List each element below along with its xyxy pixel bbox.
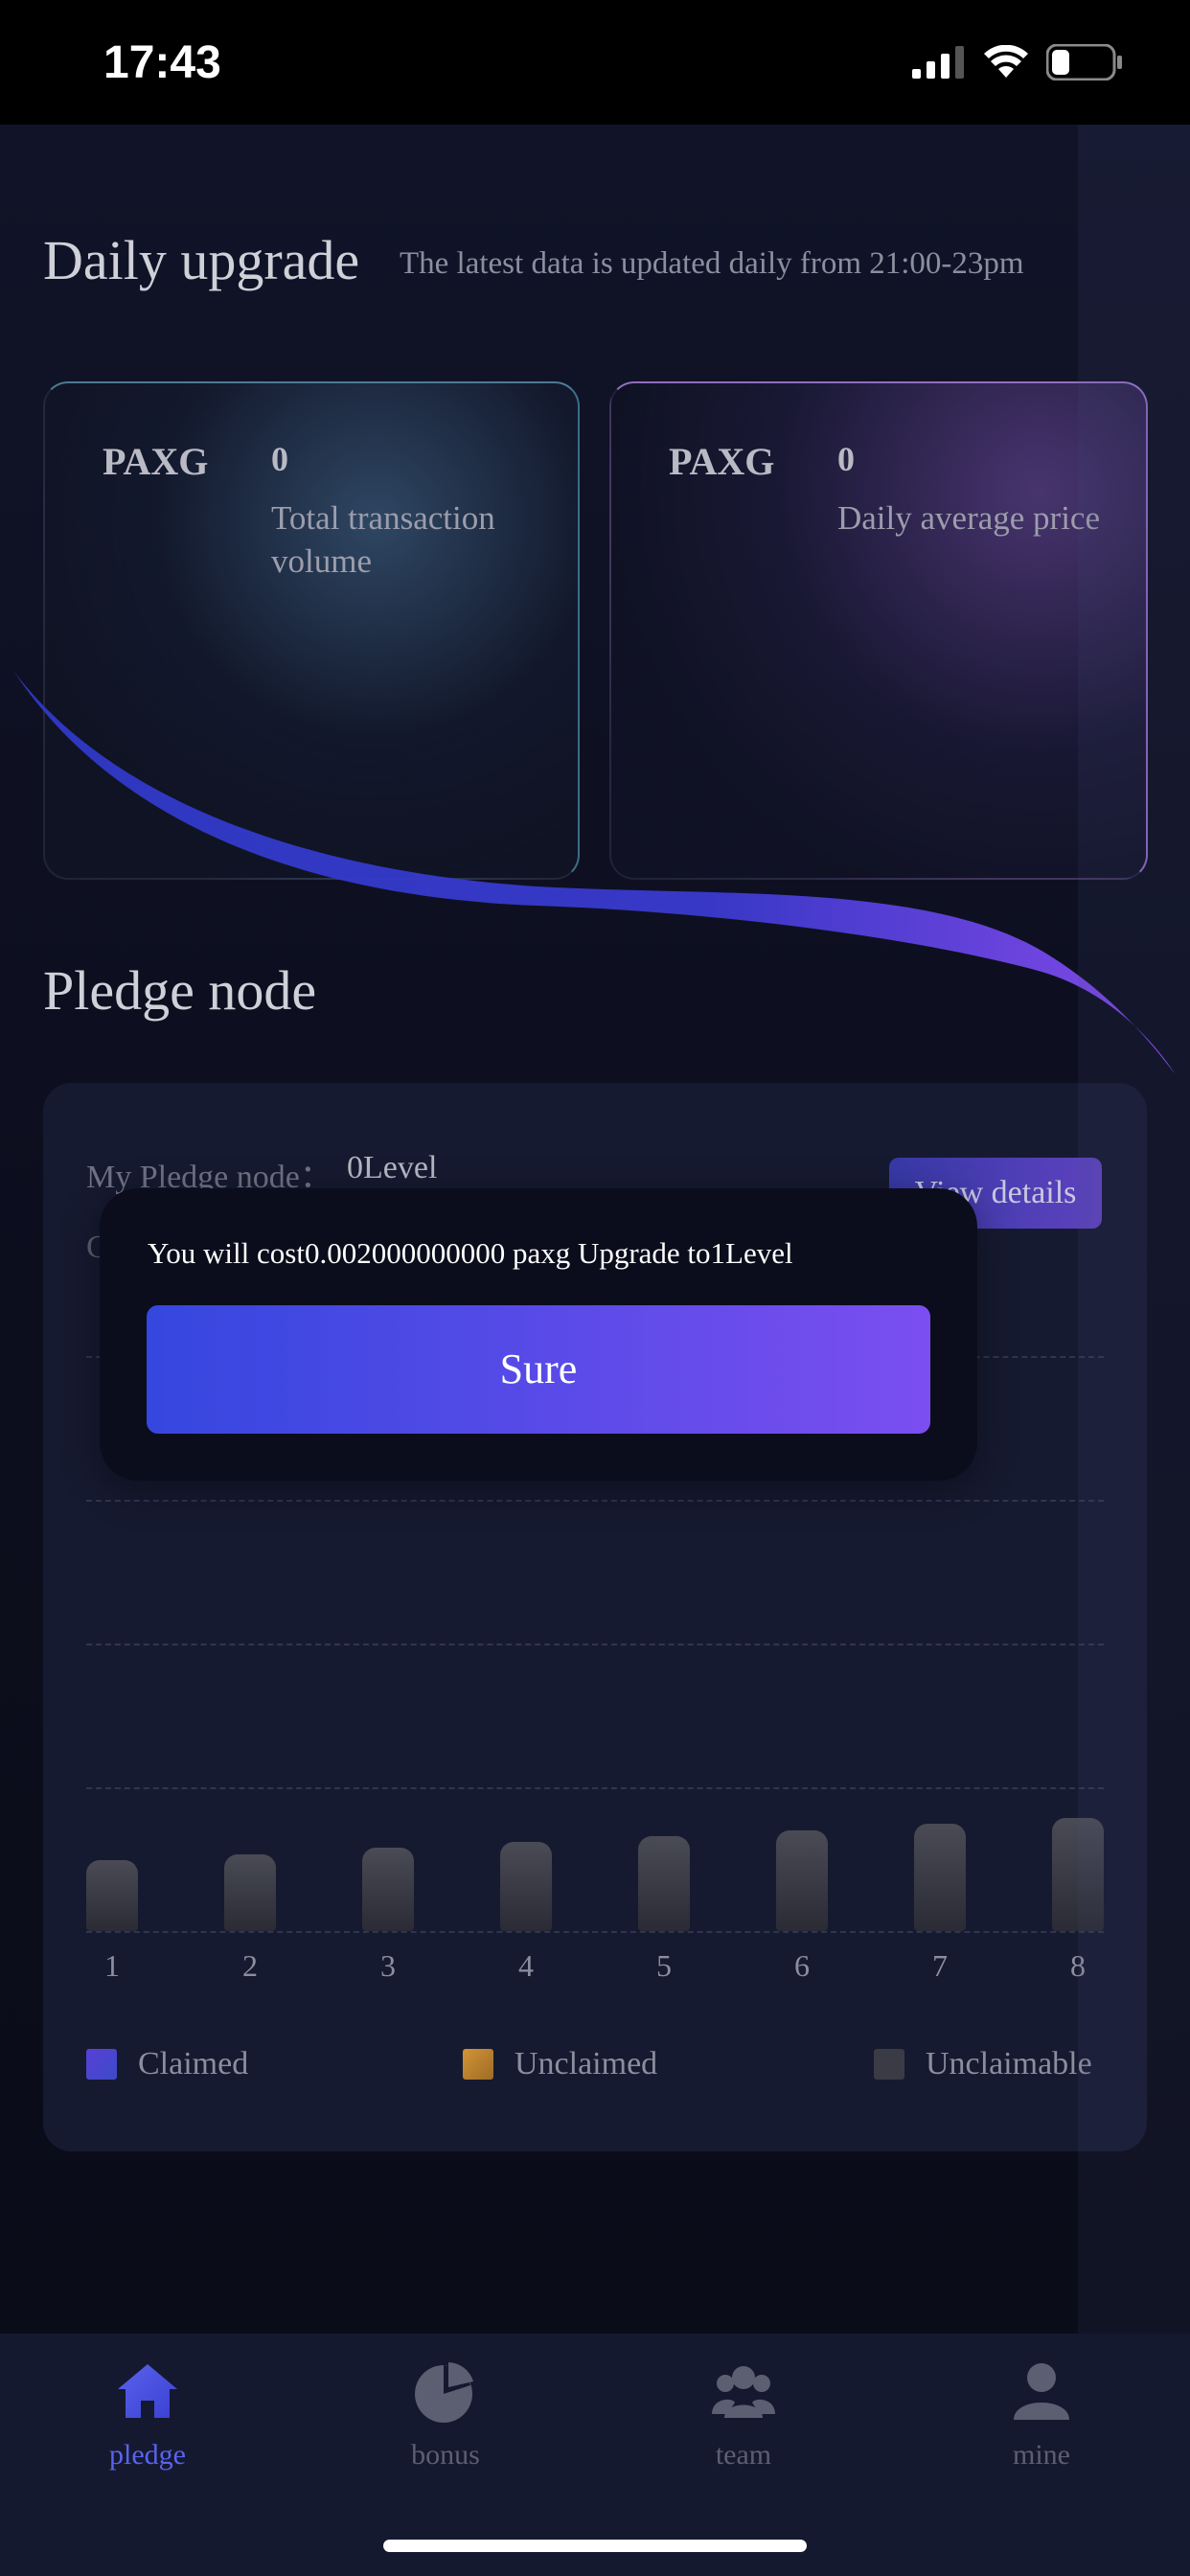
- chart-bar: [500, 1842, 552, 1931]
- legend-item-claimed: Claimed: [86, 2046, 248, 2082]
- my-pledge-node-level: 0Level: [347, 1150, 438, 1185]
- card-asset: PAXG: [669, 440, 775, 483]
- legend-swatch: [463, 2049, 493, 2080]
- wifi-icon: [984, 45, 1028, 78]
- chart-bar: [776, 1829, 828, 1931]
- chart-bar: [224, 1853, 276, 1931]
- legend-swatch: [874, 2049, 904, 2080]
- pledge-node-title: Pledge node: [43, 959, 317, 1022]
- legend-label: Unclaimable: [926, 2046, 1092, 2082]
- chart-x-tick-label: 1: [104, 1948, 120, 1983]
- chart-bar: [638, 1835, 690, 1931]
- chart-bar: [86, 1860, 138, 1931]
- card-label: Total transaction volume: [271, 499, 495, 580]
- legend-label: Claimed: [138, 2046, 249, 2082]
- card-label: Daily average price: [837, 499, 1101, 537]
- user-icon: [1014, 2363, 1069, 2420]
- card-value: 0: [271, 440, 288, 478]
- tab-label: bonus: [411, 2439, 480, 2471]
- legend-item-unclaimed: Unclaimed: [463, 2046, 657, 2082]
- sure-button[interactable]: Sure: [147, 1305, 930, 1434]
- legend-swatch: [86, 2049, 117, 2080]
- tab-bonus[interactable]: bonus: [350, 2358, 541, 2472]
- home-icon: [118, 2364, 177, 2418]
- tab-label: pledge: [109, 2439, 186, 2471]
- chart-gridline: [86, 1500, 1104, 1502]
- tab-pledge[interactable]: pledge: [52, 2358, 243, 2472]
- daily-upgrade-title: Daily upgrade: [43, 229, 360, 291]
- pie-chart-icon: [415, 2362, 473, 2423]
- upgrade-cost-message: You will cost0.002000000000 paxg Upgrade…: [148, 1236, 793, 1270]
- tab-label: team: [715, 2439, 772, 2471]
- legend-item-unclaimable: Unclaimable: [874, 2046, 1092, 2082]
- status-bar: 17:43: [0, 0, 1190, 125]
- tab-team[interactable]: team: [648, 2358, 839, 2472]
- battery-icon: [1046, 44, 1122, 80]
- upgrade-confirm-dialog: You will cost0.002000000000 paxg Upgrade…: [100, 1188, 977, 1481]
- card-value: 0: [837, 440, 855, 478]
- signal-icon: [912, 46, 964, 79]
- chart-bar: [914, 1824, 966, 1931]
- chart-gridline: [86, 1787, 1104, 1789]
- chart-x-tick-label: 3: [380, 1948, 396, 1983]
- chart-x-tick-label: 5: [656, 1948, 672, 1983]
- chart-x-tick-label: 2: [242, 1948, 258, 1983]
- volume-card: PAXG 0 Total transaction volume: [43, 381, 580, 880]
- chart-gridline: [86, 1931, 1104, 1933]
- status-icons: [912, 44, 1123, 80]
- chart-bar: [362, 1848, 414, 1931]
- chart-x-tick-label: 8: [1070, 1948, 1086, 1983]
- team-icon: [712, 2366, 775, 2418]
- tab-mine[interactable]: mine: [946, 2358, 1137, 2472]
- chart-x-tick-label: 7: [932, 1948, 948, 1983]
- home-indicator: [383, 2540, 807, 2552]
- chart-gridline: [86, 1644, 1104, 1645]
- tab-label: mine: [1013, 2439, 1070, 2471]
- chart-x-tick-label: 4: [518, 1948, 534, 1983]
- chart-x-tick-label: 6: [794, 1948, 810, 1983]
- card-asset: PAXG: [103, 440, 209, 483]
- chart-bar: [1052, 1818, 1104, 1931]
- price-card: PAXG 0 Daily average price: [609, 381, 1148, 880]
- status-time: 17:43: [103, 37, 221, 88]
- daily-upgrade-subtitle: The latest data is updated daily from 21…: [400, 246, 1024, 281]
- legend-label: Unclaimed: [515, 2046, 658, 2082]
